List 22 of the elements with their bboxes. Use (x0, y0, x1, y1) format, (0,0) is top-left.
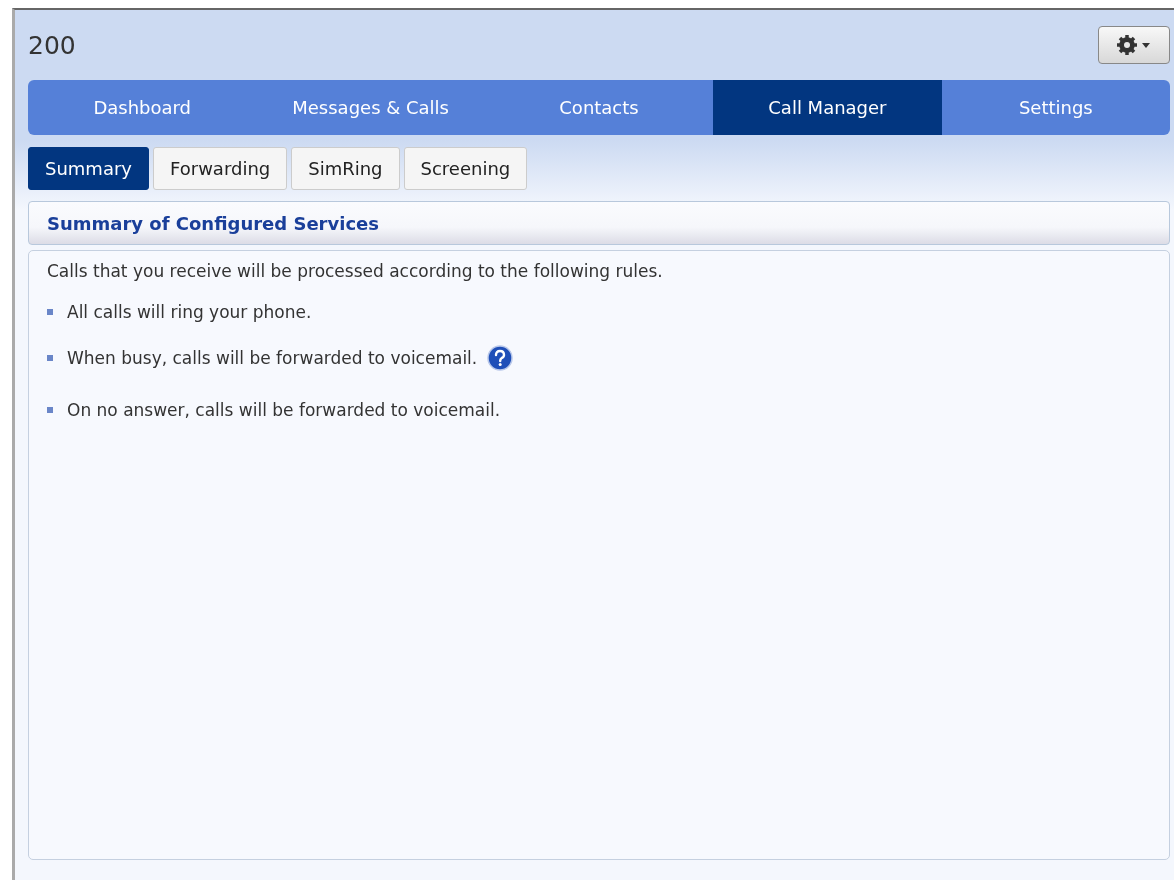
bullet-icon (47, 309, 53, 315)
intro-text: Calls that you receive will be processed according to the following rules. (47, 261, 664, 281)
rule-text: All calls will ring your phone. (67, 302, 312, 322)
help-icon[interactable] (487, 345, 514, 371)
sub-tab[interactable]: Forwarding (153, 147, 288, 190)
bullet-icon (47, 407, 53, 413)
sub-tab[interactable]: SimRing (291, 147, 400, 190)
rule-text: When busy, calls will be forwarded to voicemail. (67, 348, 478, 368)
sub-tab[interactable]: Summary (28, 147, 149, 190)
nav-tab[interactable]: Settings (941, 80, 1170, 135)
nav-tab[interactable]: Call Manager (713, 80, 942, 135)
nav-tab[interactable]: Dashboard (28, 80, 257, 135)
settings-icon (1117, 35, 1137, 55)
nav-tab[interactable]: Contacts (484, 80, 714, 135)
settings-menu-button[interactable] (1098, 26, 1170, 64)
sub-tab[interactable]: Screening (403, 147, 528, 190)
rule-text: On no answer, calls will be forwarded to voicemail. (67, 400, 501, 420)
caret-icon (1142, 43, 1150, 48)
page-title: 200 (28, 30, 76, 60)
nav-tab[interactable]: Messages & Calls (256, 80, 485, 135)
bullet-icon (47, 355, 53, 361)
section-title: Summary of Configured Services (47, 212, 379, 234)
